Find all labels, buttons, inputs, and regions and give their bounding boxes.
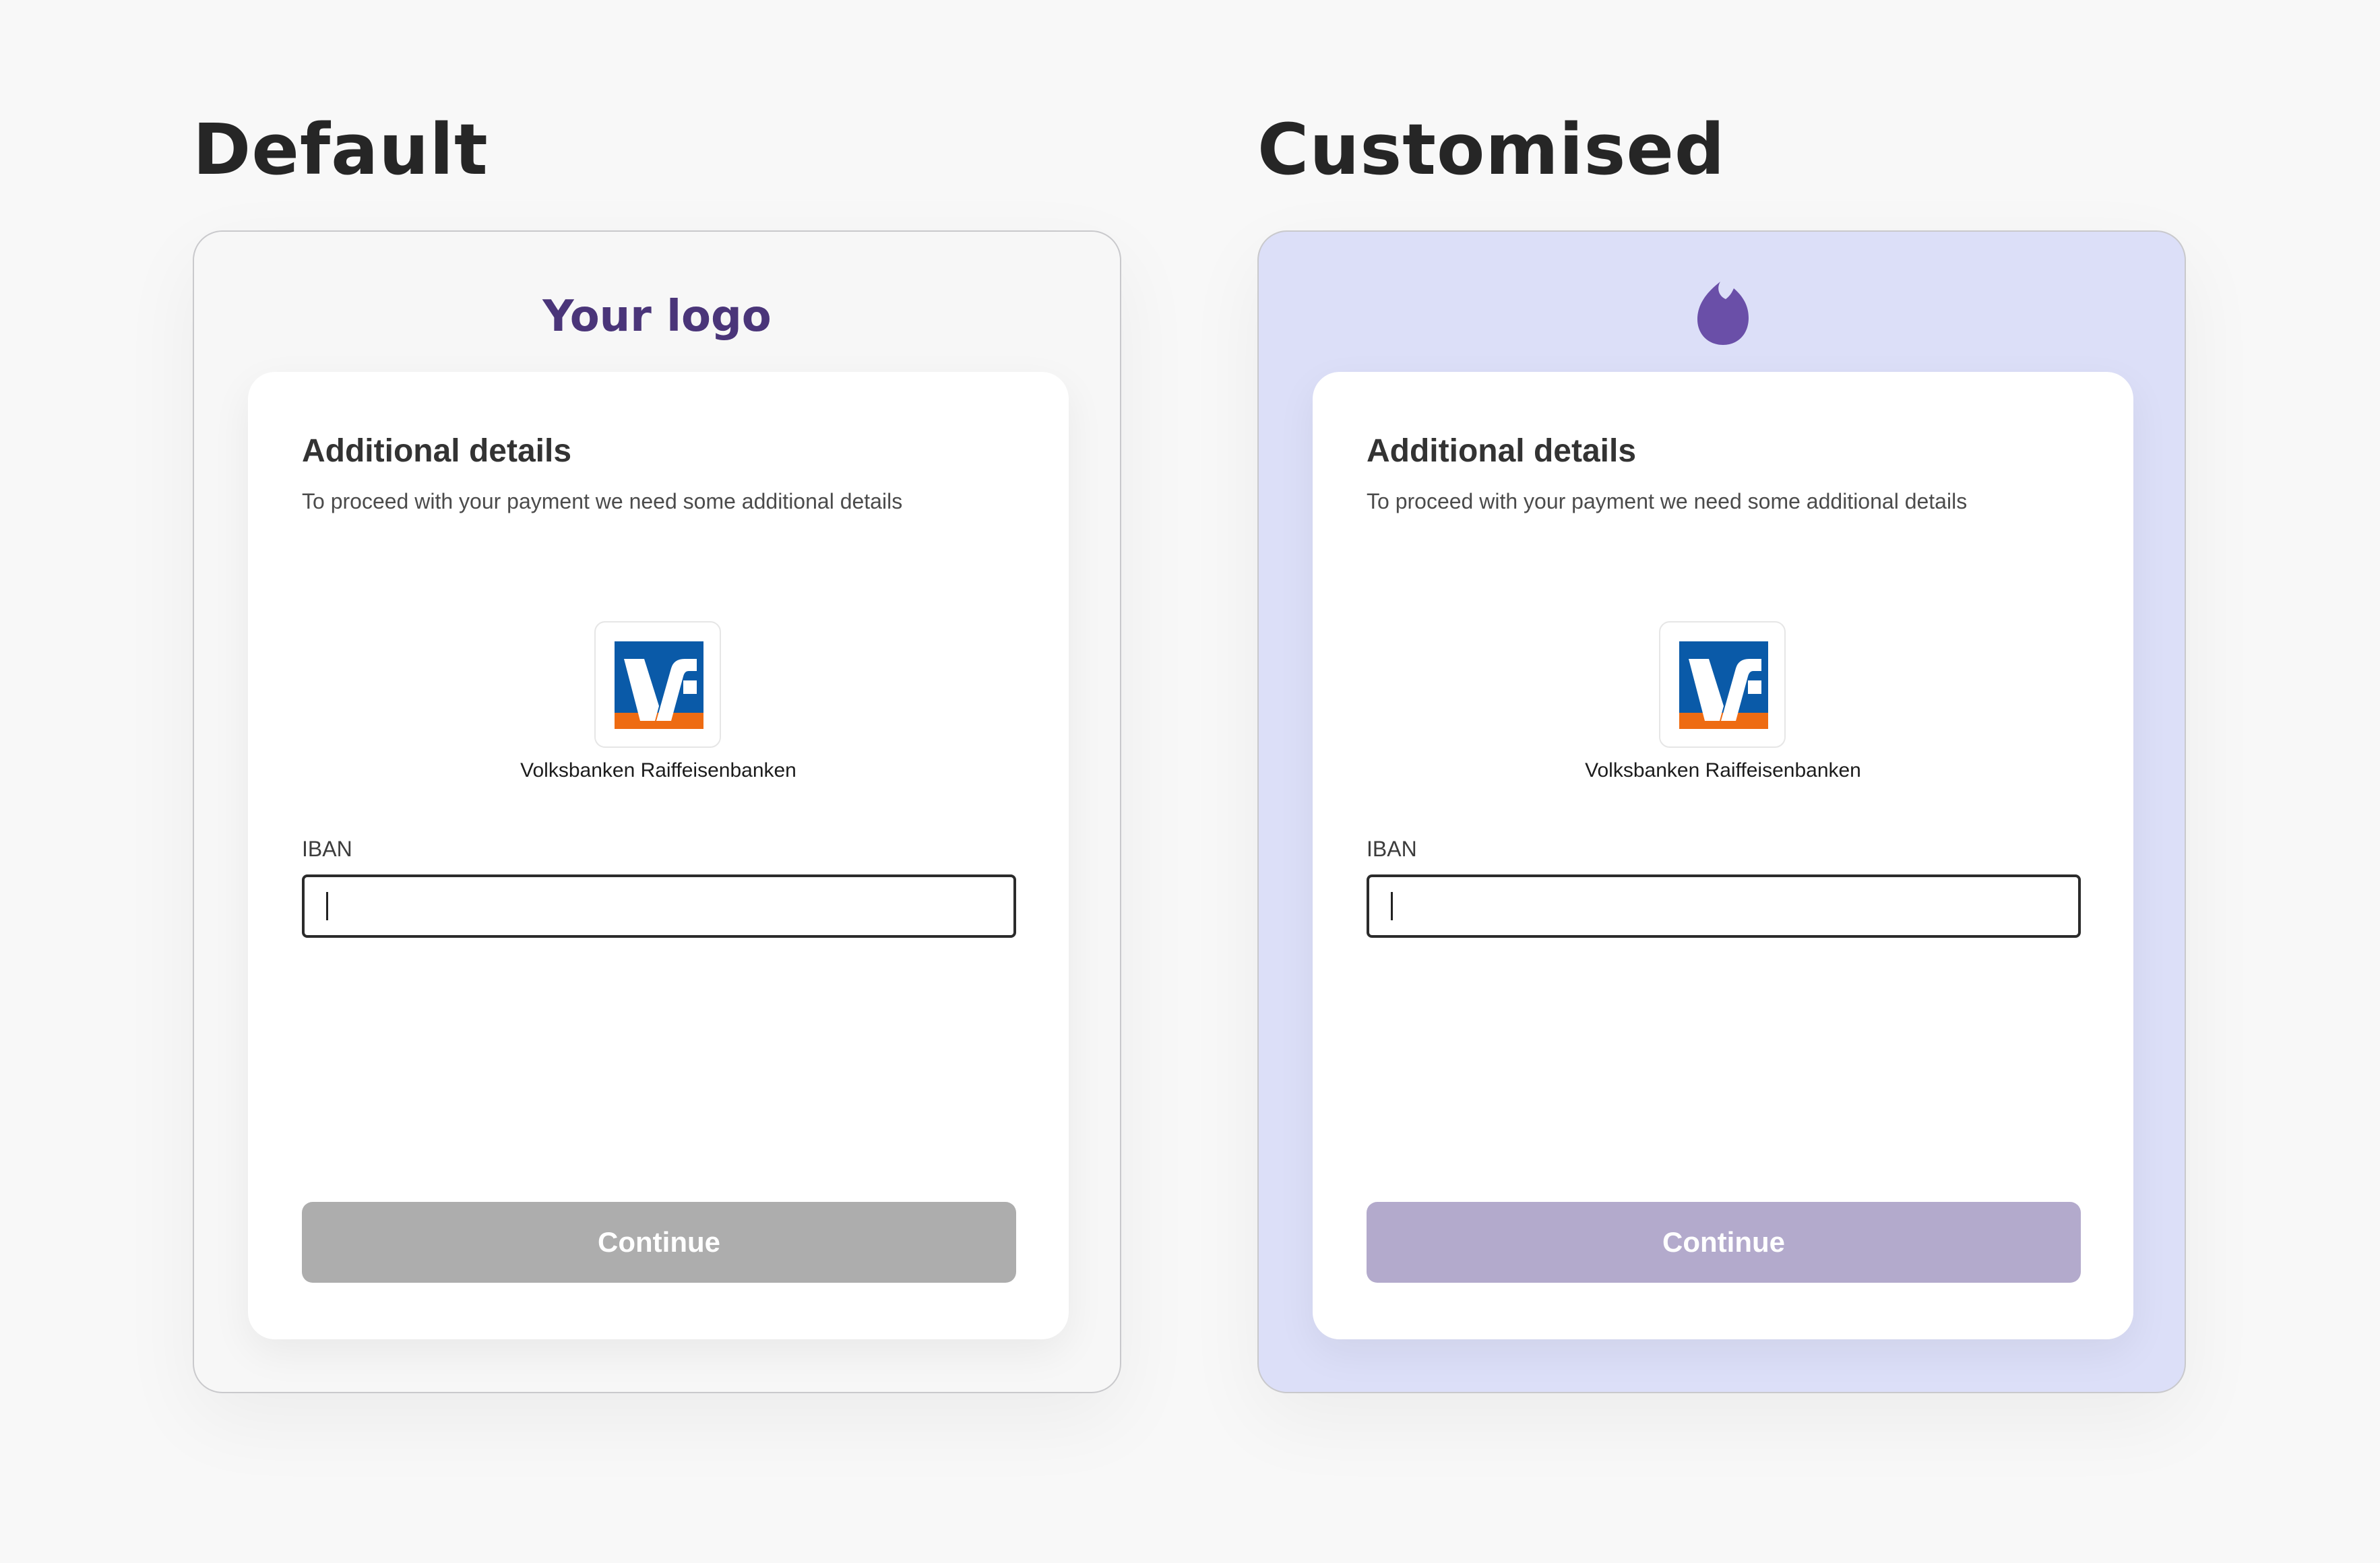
volksbank-logo-icon — [1679, 641, 1768, 729]
continue-button[interactable]: Continue — [1367, 1202, 2081, 1283]
card-title: Additional details — [1367, 433, 1637, 469]
bank-logo-tile — [1659, 621, 1786, 748]
card-title: Additional details — [302, 433, 572, 469]
bank-name: Volksbanken Raiffeisenbanken — [520, 759, 796, 782]
details-card: Additional details To proceed with your … — [1313, 372, 2133, 1339]
iban-input[interactable] — [1367, 874, 2081, 938]
iban-label: IBAN — [1367, 837, 1417, 861]
card-subtitle: To proceed with your payment we need som… — [302, 489, 903, 513]
text-caret — [1391, 892, 1393, 920]
checkout-frame-default: Your logo Additional details To proceed … — [193, 230, 1121, 1393]
iban-input[interactable] — [302, 874, 1016, 938]
card-subtitle: To proceed with your payment we need som… — [1367, 489, 1968, 513]
details-card: Additional details To proceed with your … — [248, 372, 1069, 1339]
volksbank-logo-icon — [615, 641, 703, 729]
iban-label: IBAN — [302, 837, 352, 861]
bank-logo-tile — [594, 621, 721, 748]
continue-button[interactable]: Continue — [302, 1202, 1016, 1283]
panel-heading-customised: Customised — [1257, 108, 1726, 191]
panel-heading-default: Default — [193, 108, 489, 191]
merchant-logo-placeholder: Your logo — [542, 292, 772, 342]
text-caret — [326, 892, 328, 920]
bank-name: Volksbanken Raiffeisenbanken — [1585, 759, 1861, 782]
checkout-frame-customised: Additional details To proceed with your … — [1257, 230, 2186, 1393]
flame-drop-icon — [1697, 282, 1749, 345]
